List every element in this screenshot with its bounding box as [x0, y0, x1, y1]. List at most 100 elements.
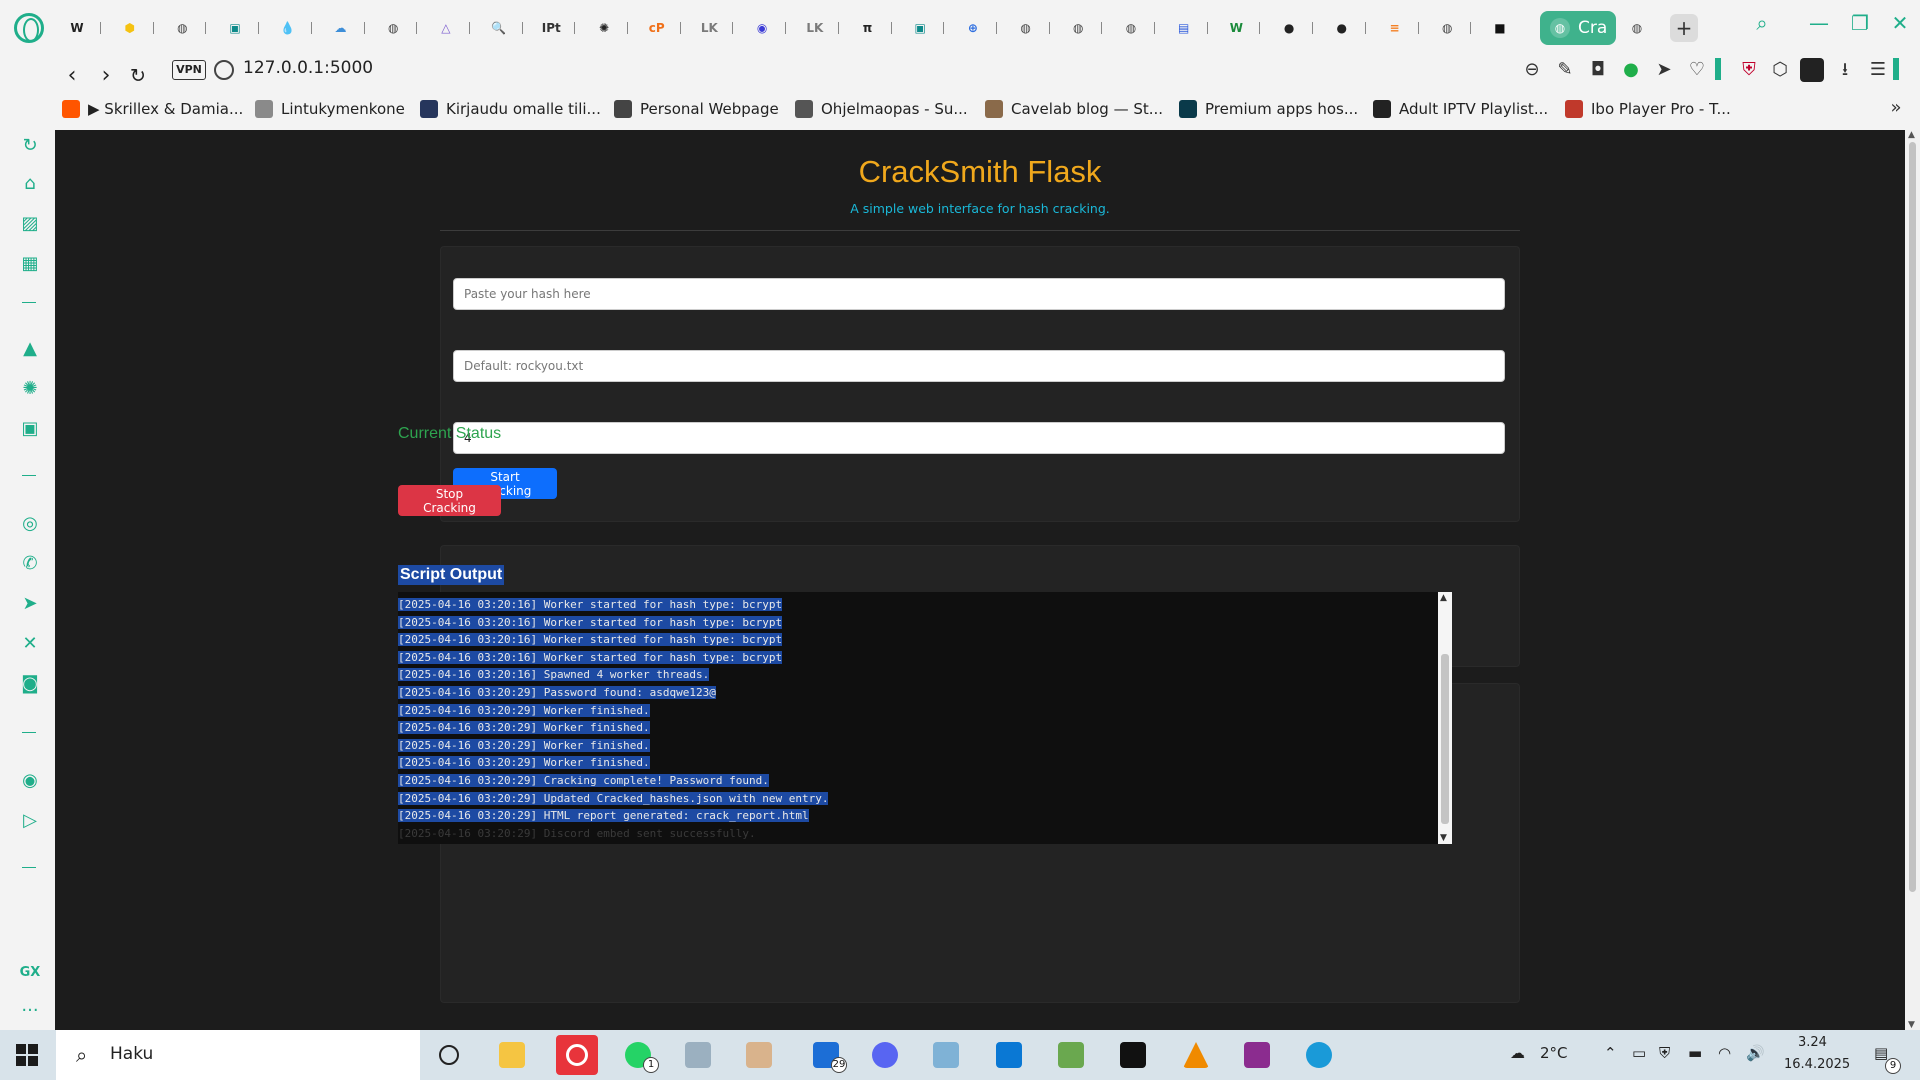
sidebar-chat-icon[interactable]: ▣ — [19, 418, 41, 440]
task-view-icon[interactable] — [428, 1035, 470, 1075]
windows-start-icon[interactable] — [16, 1044, 38, 1066]
sidebar-x-icon[interactable]: ✕ — [19, 633, 41, 655]
tab-app[interactable]: ▣ — [218, 11, 252, 45]
opera-gx-logo-icon[interactable] — [14, 13, 44, 43]
tab-w[interactable]: W — [60, 11, 94, 45]
tab-plus-circle[interactable]: ⊕ — [956, 11, 990, 45]
tab-cp[interactable]: cP — [640, 11, 674, 45]
scroll-down-icon[interactable]: ▼ — [1908, 1020, 1915, 1030]
winrar-taskbar-icon[interactable] — [1236, 1035, 1278, 1075]
tab-globe[interactable]: ◍ — [1061, 11, 1095, 45]
tab-pi[interactable]: π — [851, 11, 885, 45]
restore-button[interactable]: ❐ — [1840, 8, 1880, 38]
tab-drop[interactable]: 💧 — [271, 11, 305, 45]
search-tabs-icon[interactable]: ⌕ — [1742, 8, 1782, 38]
sidebar-limiter-icon[interactable]: ▨ — [19, 213, 41, 235]
script-output-console[interactable]: [2025-04-16 03:20:16] Worker started for… — [398, 592, 1452, 844]
tab-app[interactable]: ▣ — [903, 11, 937, 45]
whatsapp-taskbar-icon[interactable]: 1 — [617, 1035, 659, 1075]
bookmark-item[interactable]: Kirjaudu omalle tili... — [420, 98, 601, 120]
wifi-icon[interactable]: ◠ — [1718, 1044, 1731, 1062]
image-editor-taskbar-icon[interactable] — [1050, 1035, 1092, 1075]
camera-icon[interactable]: ◘ — [1586, 58, 1610, 82]
tray-chevron-icon[interactable]: ⌃ — [1604, 1044, 1617, 1062]
tab-search-doc[interactable]: 🔍 — [482, 11, 516, 45]
opera-gx-taskbar-icon[interactable] — [556, 1035, 598, 1075]
sidebar-more-icon[interactable]: ··· — [19, 1000, 41, 1022]
new-tab-button[interactable]: + — [1670, 14, 1698, 42]
reload-icon[interactable]: ↻ — [124, 62, 152, 90]
sidebar-gx-icon[interactable]: GX — [19, 962, 41, 984]
bookmark-item[interactable]: ▶ Skrillex & Damia... — [62, 98, 243, 120]
outlook-taskbar-icon[interactable]: 29 — [805, 1035, 847, 1075]
forward-button[interactable]: › — [92, 62, 120, 90]
security-icon[interactable]: ⛨ — [1659, 1044, 1670, 1062]
tab-triangle[interactable]: △ — [429, 11, 463, 45]
zoom-out-icon[interactable]: ⊖ — [1520, 58, 1544, 82]
site-info-globe-icon[interactable] — [214, 60, 234, 80]
edge-taskbar-icon[interactable] — [1298, 1035, 1340, 1075]
terminal-taskbar-icon[interactable] — [1112, 1035, 1154, 1075]
clock-date[interactable]: 16.4.2025 — [1784, 1057, 1850, 1072]
extensions-cube-icon[interactable]: ⬡ — [1768, 58, 1792, 82]
tab-globe[interactable]: ◍ — [1009, 11, 1043, 45]
notification-icon[interactable]: ▤ — [1874, 1044, 1888, 1062]
sidebar-discord-icon[interactable]: ◙ — [19, 673, 41, 695]
bookmark-item[interactable]: Adult IPTV Playlist... — [1373, 98, 1548, 120]
shield-check-icon[interactable]: ● — [1619, 58, 1643, 82]
bookmarks-overflow-icon[interactable]: » — [1884, 96, 1908, 120]
tab-github[interactable]: ● — [1325, 11, 1359, 45]
tab-globe[interactable]: ◍ — [1114, 11, 1148, 45]
wordlist-input[interactable] — [453, 350, 1505, 382]
page-scrollbar[interactable]: ▲ ▼ — [1905, 130, 1920, 1030]
scroll-down-icon[interactable]: ▼ — [1440, 833, 1447, 843]
easy-setup-icon[interactable]: ☰ — [1866, 58, 1890, 82]
threads-input[interactable] — [453, 422, 1505, 454]
sidebar-cleaner-icon[interactable]: ⌂ — [19, 173, 41, 195]
tab-circle[interactable]: ◉ — [745, 11, 779, 45]
temperature[interactable]: 2°C — [1540, 1044, 1568, 1062]
tab-active-cracksmith[interactable]: ◍ Cra — [1540, 11, 1616, 45]
notepad-taskbar-icon[interactable] — [925, 1035, 967, 1075]
tab-openai[interactable]: ✺ — [587, 11, 621, 45]
heart-icon[interactable]: ♡ — [1685, 58, 1709, 82]
weather-icon[interactable]: ☁ — [1510, 1044, 1525, 1062]
bookmark-item[interactable]: Premium apps hos... — [1179, 98, 1358, 120]
hash-input[interactable] — [453, 278, 1505, 310]
bookmark-item[interactable]: Lintukymenkone — [255, 98, 405, 120]
close-button[interactable]: ✕ — [1880, 8, 1920, 38]
console-scrollbar[interactable]: ▲ ▼ — [1438, 592, 1452, 844]
paint-taskbar-icon[interactable] — [738, 1035, 780, 1075]
scroll-up-icon[interactable]: ▲ — [1440, 593, 1447, 603]
discord-taskbar-icon[interactable] — [864, 1035, 906, 1075]
tab-forms[interactable]: ▤ — [1167, 11, 1201, 45]
sidebar-history-icon[interactable]: ↻ — [19, 135, 41, 157]
bookmark-item[interactable]: Personal Webpage — [614, 98, 779, 120]
address-bar[interactable]: 127.0.0.1:5000 — [243, 58, 373, 78]
tab-globe[interactable]: ◍ — [1620, 11, 1654, 45]
tab-lk[interactable]: LK — [798, 11, 832, 45]
tab-stack[interactable]: ≡ — [1378, 11, 1412, 45]
back-button[interactable]: ‹ — [58, 62, 86, 90]
profile-avatar[interactable] — [1800, 58, 1824, 82]
tab-w-green[interactable]: W — [1219, 11, 1253, 45]
sidebar-ram-icon[interactable]: ▦ — [19, 253, 41, 275]
console-scroll-thumb[interactable] — [1441, 654, 1449, 824]
ublock-icon[interactable]: ⛨ — [1737, 58, 1761, 82]
send-icon[interactable]: ➤ — [1652, 58, 1676, 82]
vlc-taskbar-icon[interactable] — [1175, 1035, 1217, 1075]
edit-icon[interactable]: ✎ — [1553, 58, 1577, 82]
download-icon[interactable]: ⭳ — [1833, 58, 1857, 82]
tab-globe[interactable]: ◍ — [1430, 11, 1464, 45]
tab-ipt[interactable]: IPt — [534, 11, 568, 45]
tab-hexagon[interactable]: ⬢ — [113, 11, 147, 45]
sidebar-chatgpt-icon[interactable]: ✺ — [19, 378, 41, 400]
vscode-taskbar-icon[interactable] — [988, 1035, 1030, 1075]
sidebar-send-icon[interactable]: ▷ — [19, 810, 41, 832]
file-explorer-icon[interactable] — [491, 1035, 533, 1075]
stop-cracking-button[interactable]: Stop Cracking — [398, 485, 501, 516]
sidebar-whatsapp-icon[interactable]: ✆ — [19, 553, 41, 575]
sidebar-aria-icon[interactable]: ▲ — [19, 338, 41, 360]
sidebar-telegram-icon[interactable]: ➤ — [19, 593, 41, 615]
tab-globe[interactable]: ◍ — [376, 11, 410, 45]
